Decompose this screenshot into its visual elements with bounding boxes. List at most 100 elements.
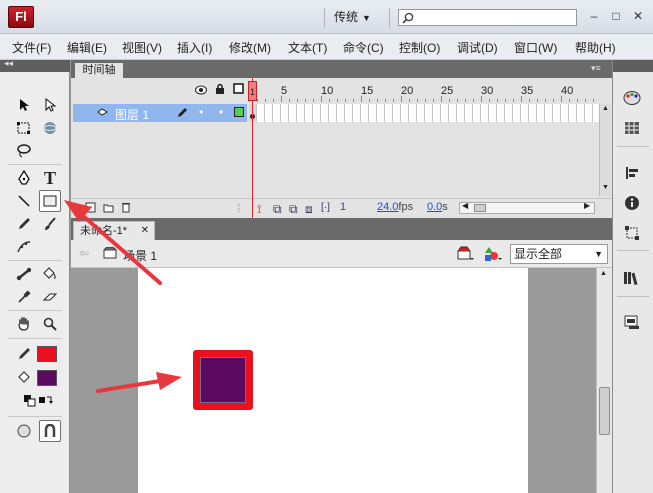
rectangle-tool[interactable]: [39, 190, 61, 212]
hand-tool[interactable]: [14, 314, 34, 334]
zoom-tool[interactable]: [40, 314, 60, 334]
stroke-color-swatch[interactable]: [37, 346, 57, 362]
layer-frames[interactable]: [249, 104, 599, 122]
scroll-left-icon[interactable]: ◀: [462, 201, 468, 210]
maximize-button[interactable]: □: [606, 7, 626, 25]
close-icon[interactable]: ✕: [141, 222, 149, 240]
menu-window[interactable]: 窗口(W): [514, 39, 557, 56]
timeline-hscrollbar[interactable]: ◀ ▶: [459, 201, 595, 214]
lock-icon[interactable]: [215, 83, 225, 97]
help-search-input[interactable]: [398, 9, 577, 26]
close-button[interactable]: ✕: [628, 7, 648, 25]
menu-control[interactable]: 控制(O): [399, 39, 440, 56]
scroll-right-icon[interactable]: ▶: [584, 201, 590, 210]
library-icon[interactable]: [621, 268, 643, 288]
brush-tool[interactable]: [40, 214, 60, 234]
panel-header[interactable]: ◂◂: [0, 58, 70, 72]
bone-tool[interactable]: [14, 264, 34, 284]
new-folder-icon[interactable]: [103, 202, 114, 216]
frame-ruler[interactable]: 1510152025303540: [249, 82, 599, 102]
swatches-icon[interactable]: [621, 118, 643, 138]
timeline-scrollbar[interactable]: ▲ ▼: [599, 104, 611, 196]
onion-outline-icon[interactable]: ⧉: [289, 202, 298, 217]
menu-view[interactable]: 视图(V): [122, 39, 162, 56]
scroll-up-icon[interactable]: ▲: [600, 270, 607, 277]
scroll-up-icon[interactable]: ▲: [602, 105, 609, 112]
menu-commands[interactable]: 命令(C): [343, 39, 384, 56]
menu-help[interactable]: 帮助(H): [575, 39, 616, 56]
chevron-down-icon: ▼: [594, 249, 603, 259]
menu-file[interactable]: 文件(F): [12, 39, 51, 56]
scroll-thumb[interactable]: [474, 204, 486, 212]
outline-icon[interactable]: [233, 83, 244, 97]
menu-debug[interactable]: 调试(D): [457, 39, 498, 56]
3d-rotation-tool[interactable]: [40, 118, 60, 138]
zoom-dropdown[interactable]: 显示全部 ▼: [510, 244, 608, 264]
lasso-tool[interactable]: [14, 141, 34, 161]
divider: [389, 8, 390, 28]
fill-color-swatch[interactable]: [37, 370, 57, 386]
object-drawing-icon[interactable]: [14, 421, 34, 441]
trash-icon[interactable]: [121, 201, 131, 216]
menu-text[interactable]: 文本(T): [288, 39, 327, 56]
scene-icon: [103, 246, 117, 262]
subselection-tool[interactable]: [40, 95, 60, 115]
pencil-tool[interactable]: [14, 214, 34, 234]
free-transform-tool[interactable]: [14, 118, 34, 138]
panel-menu-icon[interactable]: ▾≡: [591, 63, 601, 74]
eraser-tool[interactable]: [40, 287, 60, 307]
onion-skin-icon[interactable]: ⧉: [273, 202, 282, 217]
menu-insert[interactable]: 插入(I): [177, 39, 212, 56]
paint-bucket-tool[interactable]: [40, 264, 60, 284]
hollow-arrow-icon: [45, 98, 56, 112]
tab-timeline[interactable]: 时间轴: [75, 63, 123, 78]
layer-name[interactable]: 图层 1: [115, 106, 149, 123]
edit-scene-icon[interactable]: [457, 246, 475, 265]
minimize-button[interactable]: –: [584, 7, 604, 25]
edit-symbols-icon[interactable]: [483, 245, 503, 266]
eyedropper-tool[interactable]: [14, 287, 34, 307]
transform-panel-icon[interactable]: [621, 223, 643, 243]
edit-multiple-icon[interactable]: ⧈: [305, 202, 313, 217]
panel-header[interactable]: [613, 60, 653, 72]
components-icon[interactable]: [621, 312, 643, 332]
deco-tool[interactable]: [14, 237, 34, 257]
align-icon[interactable]: [621, 163, 643, 183]
menu-modify[interactable]: 修改(M): [229, 39, 271, 56]
document-tab[interactable]: 未命名-1* ✕: [73, 221, 155, 240]
pen-tool[interactable]: [14, 168, 34, 188]
selection-tool[interactable]: [14, 95, 34, 115]
workspace-switcher[interactable]: 传统 ▼: [334, 9, 371, 25]
pasteboard: [71, 268, 596, 493]
frame-rate[interactable]: 24.0fps: [377, 201, 413, 213]
info-icon[interactable]: [621, 193, 643, 213]
ruler-label: 15: [361, 85, 373, 97]
new-layer-icon[interactable]: [85, 202, 96, 216]
layer-row[interactable]: 图层 1 • •: [73, 104, 247, 122]
magnifier-icon: [43, 317, 57, 331]
swap-colors-icon[interactable]: [36, 391, 56, 411]
visibility-dot[interactable]: •: [199, 105, 203, 119]
lock-dot[interactable]: •: [219, 105, 223, 119]
line-tool[interactable]: [14, 191, 34, 211]
timeline-tabbar: 时间轴 ▾≡: [71, 60, 612, 78]
layer-color-box[interactable]: [234, 107, 244, 117]
drawn-rectangle[interactable]: [193, 350, 253, 410]
divider: [324, 8, 325, 28]
scroll-thumb[interactable]: [599, 387, 610, 435]
playhead[interactable]: 1: [248, 81, 257, 101]
resize-grip-icon[interactable]: ⁞: [237, 201, 240, 215]
text-tool[interactable]: T: [40, 168, 60, 188]
fps-unit: fps: [398, 201, 414, 213]
modify-markers-icon[interactable]: [·]: [321, 202, 330, 213]
stage-scrollbar[interactable]: ▲: [596, 268, 612, 493]
ruler-label: 30: [481, 85, 493, 97]
back-arrow-icon[interactable]: ⇦: [79, 246, 89, 260]
center-frame-icon[interactable]: ⟟: [257, 202, 261, 217]
menu-edit[interactable]: 编辑(E): [67, 39, 107, 56]
color-palette-icon[interactable]: [621, 88, 643, 108]
search-icon: [402, 12, 414, 24]
eye-icon[interactable]: [195, 84, 207, 98]
scroll-down-icon[interactable]: ▼: [602, 184, 609, 191]
snap-magnet-icon[interactable]: [39, 420, 61, 442]
